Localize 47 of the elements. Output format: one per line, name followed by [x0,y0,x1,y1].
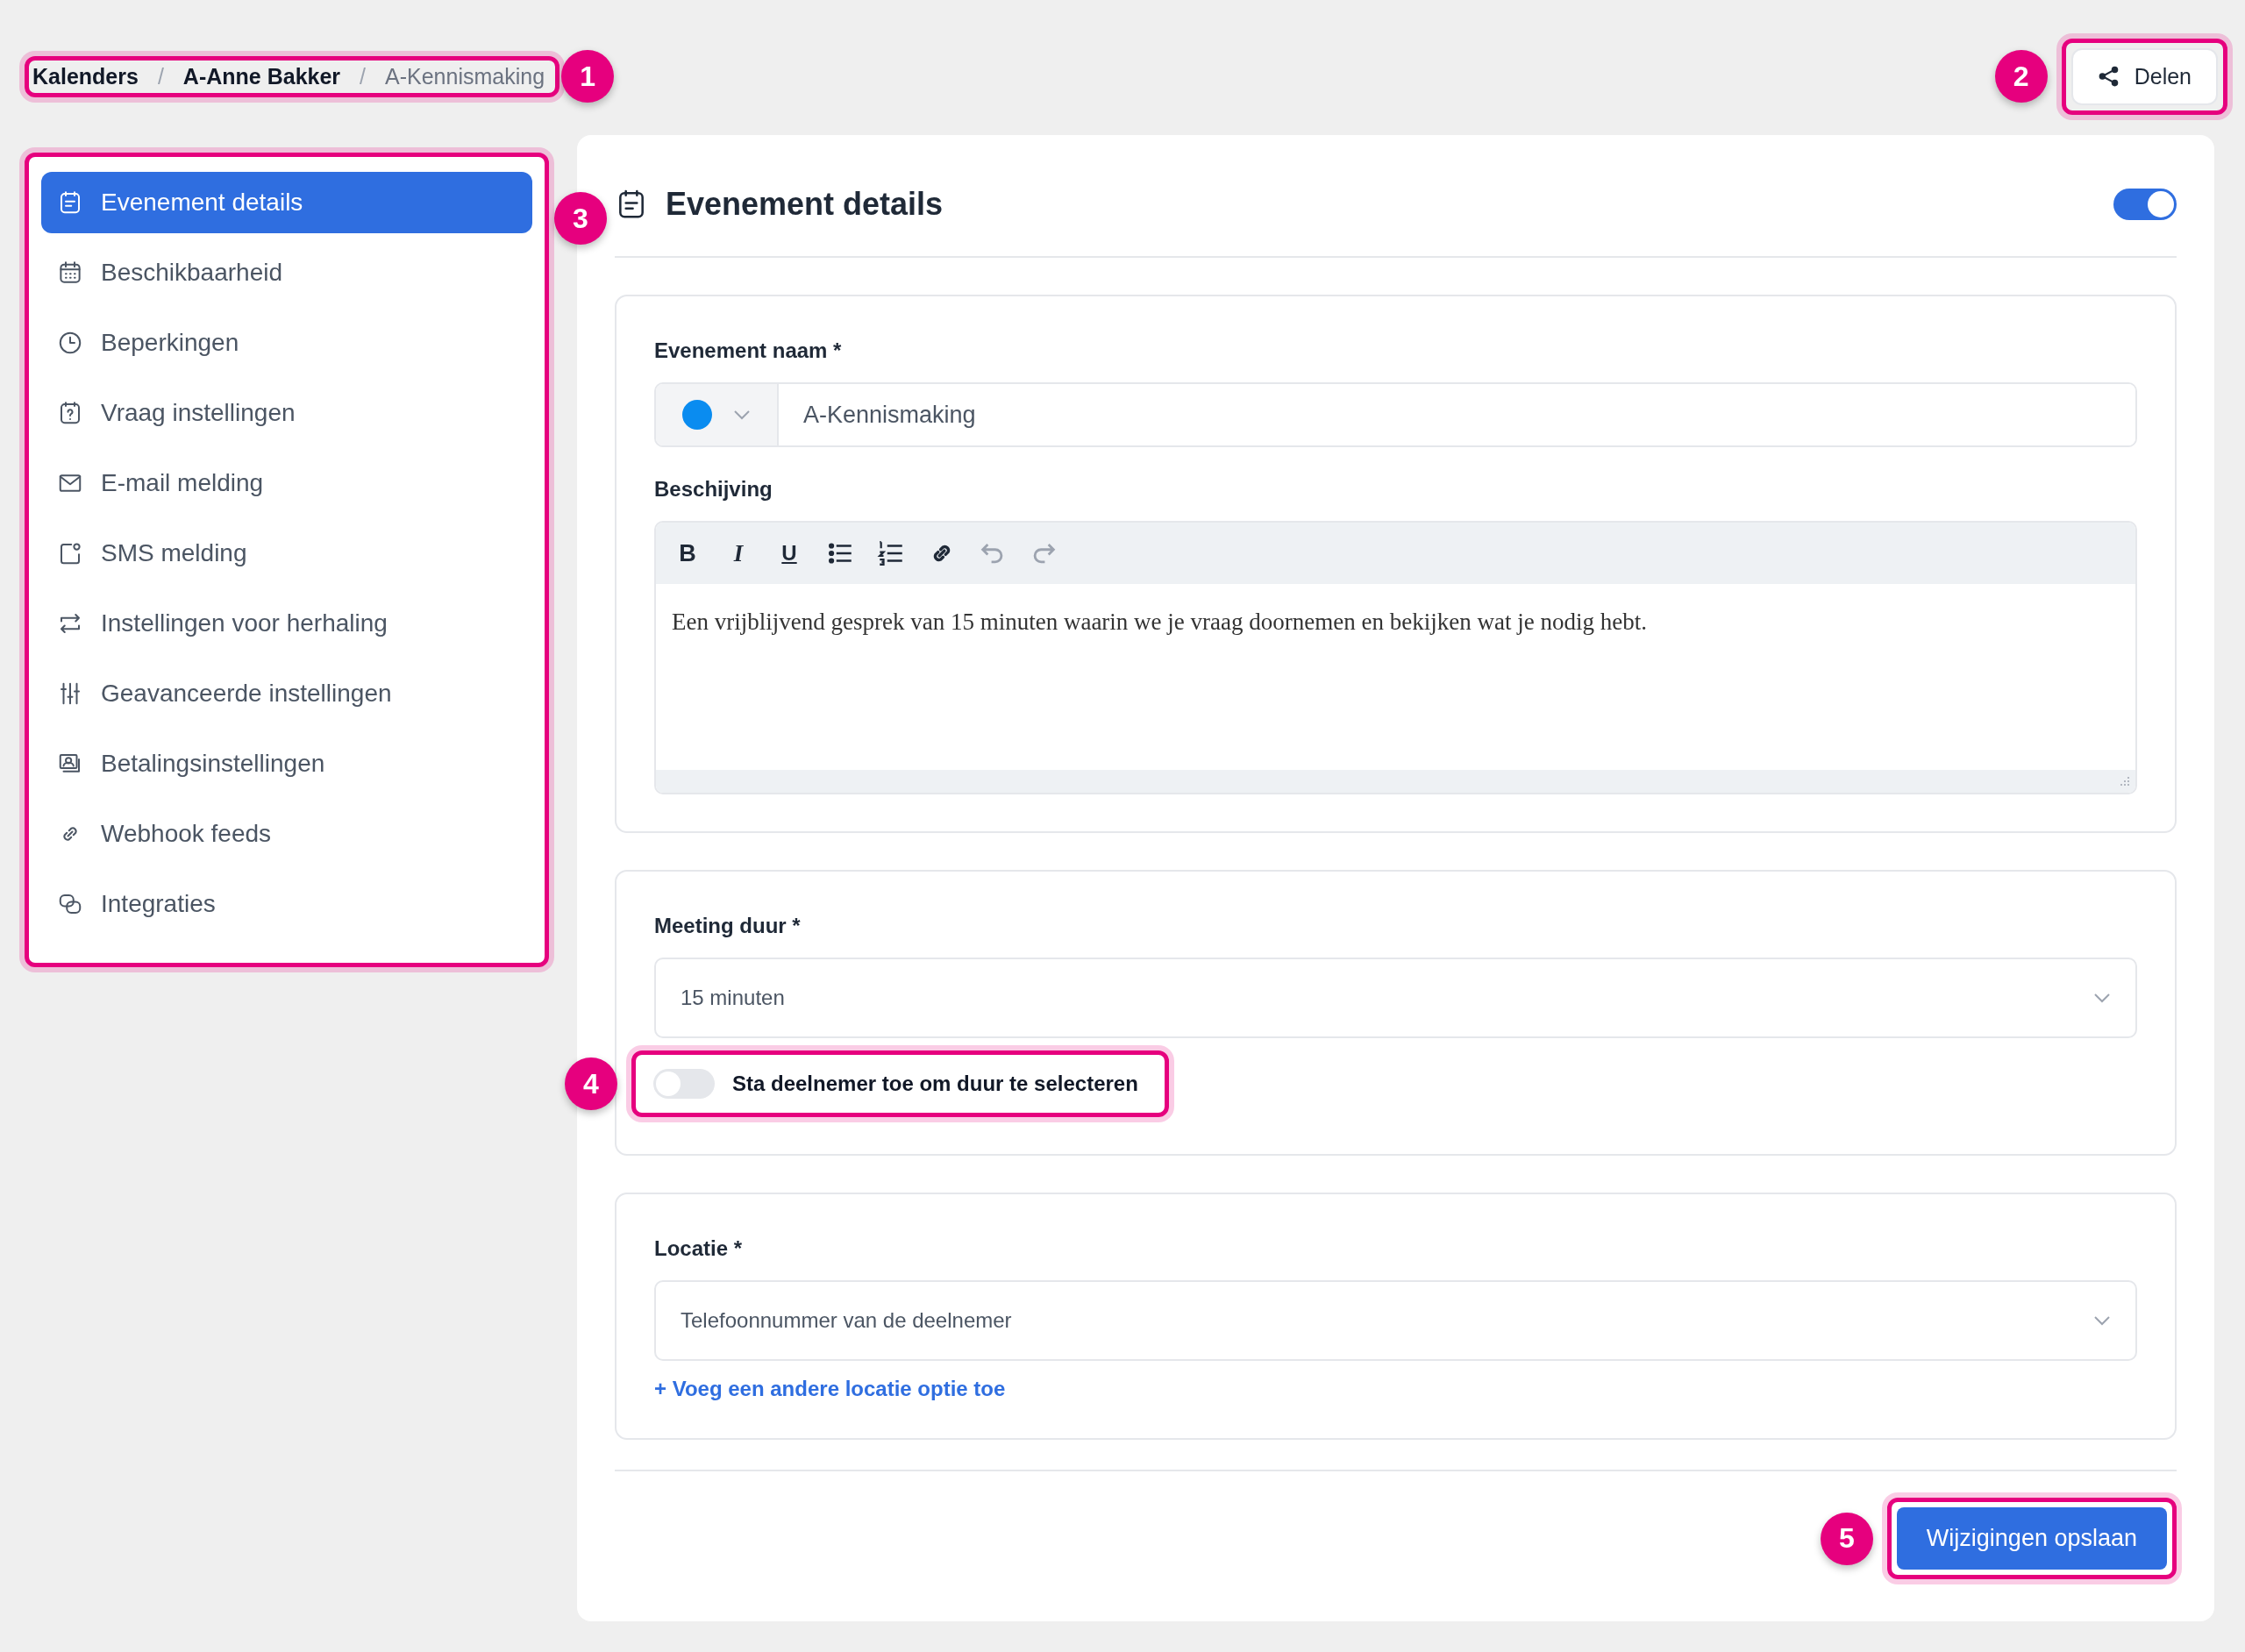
sidebar-item[interactable]: Betalingsinstellingen [41,733,532,794]
sidebar-item[interactable]: SMS melding [41,523,532,584]
field-label: Evenement naam * [654,338,843,363]
breadcrumb-link[interactable]: A-Kennismaking [385,63,545,89]
breadcrumb-link[interactable]: Kalenders [32,63,139,89]
format-button[interactable]: U [770,534,809,573]
clock-icon [57,330,83,356]
sidebar-item[interactable]: Beperkingen [41,312,532,374]
description-text[interactable]: Een vrijblijvend gesprek van 15 minuten waarin we je vraag doornemen en bekijken wat je nodig hebt. [672,584,2120,636]
callout-badge: 1 [561,50,615,103]
calendar-icon [57,260,83,286]
sidebar-item[interactable]: Beschikbaarheid [41,242,532,303]
chevron-down-icon [2093,993,2111,1003]
save-button[interactable]: Wijzigingen opslaan [1896,1507,2167,1570]
sidebar-item[interactable]: Instellingen voor herhaling [41,593,532,654]
breadcrumb-separator: / [360,63,367,89]
sidebar-item[interactable]: Geavanceerde instellingen [41,663,532,724]
callout-badge: 4 [565,1057,617,1110]
name-field[interactable]: A-Kennismaking [654,382,2137,447]
breadcrumb-separator: / [157,63,164,89]
callout-badge: 5 [1820,1512,1873,1565]
section-title: Evenement details [666,186,944,223]
format-button[interactable]: I [719,534,758,573]
chevron-down-icon [2093,1315,2111,1326]
resize-handle-icon[interactable] [2120,776,2130,787]
color-picker[interactable] [656,384,779,445]
callout-badge: 2 [1994,50,2048,103]
share-button[interactable]: Delen [2070,47,2218,105]
sidebar-item[interactable]: Evenement details [41,172,532,233]
duration-dropdown[interactable]: 15 minuten [654,958,2137,1038]
toggle-label: Sta deelnemer toe om duur te selecteren [732,1072,1138,1096]
sidebar-item[interactable]: Vraag instellingen [41,382,532,444]
field-label: Beschijving [654,477,773,502]
field-label: Locatie * [654,1236,744,1261]
sidebar-item[interactable]: E-mail melding [41,452,532,514]
location-dropdown[interactable]: Telefoonnummer van de deelnemer [654,1280,2137,1361]
sidebar-item[interactable]: Webhook feeds [41,803,532,865]
chevron-down-icon [733,409,751,420]
callout-badge: 3 [554,192,607,245]
field-label: Meeting duur * [654,914,802,938]
enable-toggle[interactable] [2113,189,2177,220]
add-location-link[interactable]: + Voeg een andere locatie optie toe [654,1377,1006,1401]
toggle-switch[interactable] [653,1069,715,1099]
format-button[interactable]: B [668,534,707,573]
share-icon [2097,65,2120,88]
breadcrumb-link[interactable]: A-Anne Bakker [182,63,341,89]
sidebar-item[interactable]: Integraties [41,873,532,935]
